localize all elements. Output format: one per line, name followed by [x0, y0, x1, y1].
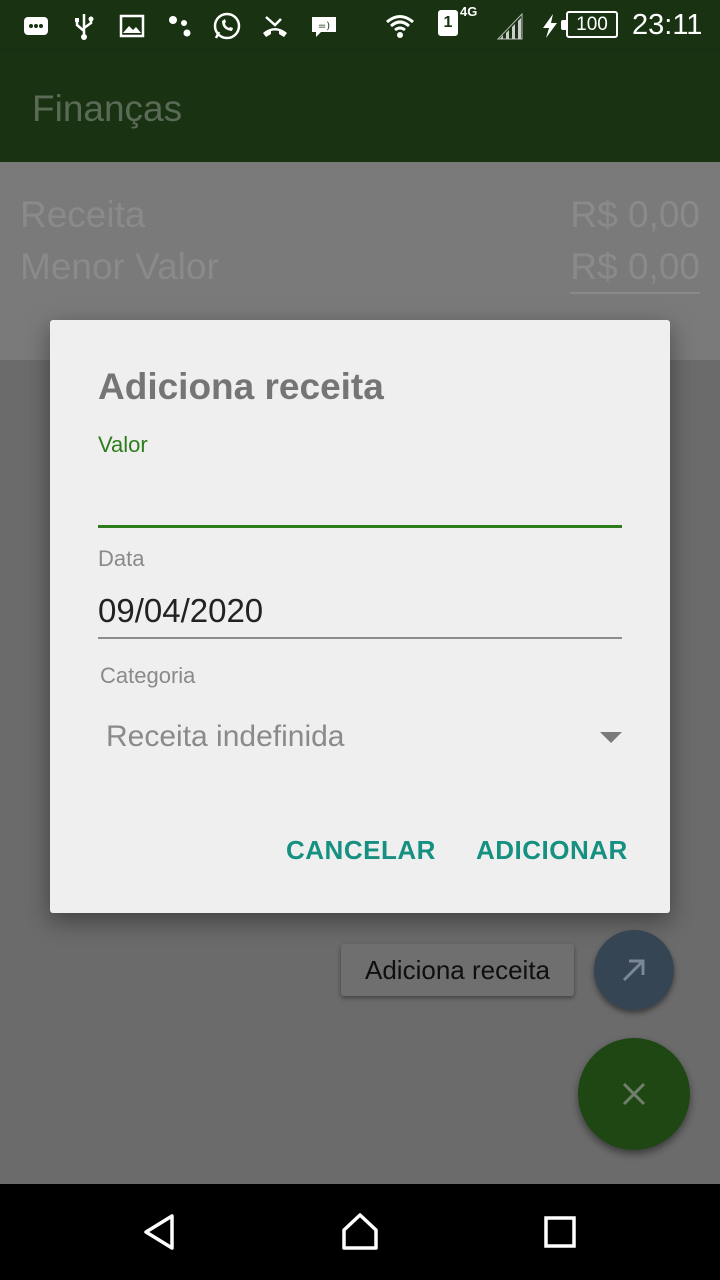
categoria-selected-value: Receita indefinida	[106, 720, 345, 753]
categoria-dropdown[interactable]: Receita indefinida	[98, 710, 624, 768]
dialog-title: Adiciona receita	[98, 366, 384, 407]
dropdown-arrow-icon	[600, 732, 622, 743]
recents-icon[interactable]	[532, 1204, 588, 1260]
home-icon[interactable]	[332, 1204, 388, 1260]
missed-call-icon	[259, 10, 291, 42]
chat-icon: =)	[308, 10, 340, 42]
receita-value: R$ 0,00	[570, 194, 700, 235]
network-type: 4G	[460, 4, 478, 19]
svg-text:=): =)	[318, 21, 330, 32]
menor-valor-value: R$ 0,00	[570, 246, 700, 294]
valor-input[interactable]	[98, 470, 622, 528]
main-fab[interactable]	[578, 1038, 690, 1150]
app-title: Finanças	[32, 88, 183, 129]
cancel-button[interactable]: CANCELAR	[286, 835, 436, 866]
status-bar: =) 1 4G 100 23:11	[0, 0, 720, 50]
sim-indicator: 1	[438, 10, 458, 36]
signal-icon	[494, 10, 526, 42]
add-button[interactable]: ADICIONAR	[476, 835, 628, 866]
speed-dial-label[interactable]: Adiciona receita	[341, 944, 574, 996]
clock: 23:11	[632, 9, 703, 41]
image-icon	[116, 10, 148, 42]
arrow-up-right-icon	[622, 959, 645, 982]
battery-indicator: 100	[561, 11, 618, 38]
close-icon	[622, 1082, 646, 1106]
navigation-bar	[0, 1184, 720, 1280]
data-label: Data	[98, 546, 145, 571]
dots-icon	[164, 10, 196, 42]
add-income-dialog: Adiciona receita Valor Data Categoria Re…	[50, 320, 670, 913]
categoria-label: Categoria	[100, 663, 196, 688]
data-input[interactable]	[98, 584, 622, 639]
menor-valor-label: Menor Valor	[20, 246, 219, 287]
receita-label: Receita	[20, 194, 146, 235]
valor-label: Valor	[98, 432, 148, 457]
app-bar: Finanças	[0, 50, 720, 162]
back-icon[interactable]	[132, 1204, 188, 1260]
whatsapp-icon	[211, 10, 243, 42]
usb-icon	[68, 10, 100, 42]
wifi-icon	[384, 10, 416, 42]
add-income-fab[interactable]	[594, 930, 674, 1010]
message-icon	[20, 10, 52, 42]
